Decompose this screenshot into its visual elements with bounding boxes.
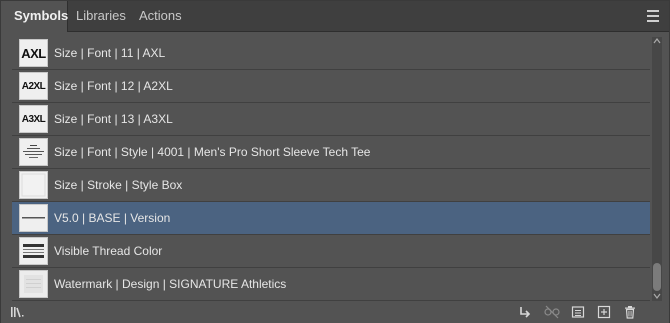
list-item[interactable]: AXL Size | Font | 11 | AXL: [12, 37, 650, 70]
symbols-panel: Symbols Libraries Actions AXL Size | Fon…: [0, 0, 670, 323]
list-item[interactable]: Size | Stroke | Style Box: [12, 169, 650, 202]
symbol-thumbnail: [19, 270, 48, 298]
tab-bar: Symbols Libraries Actions: [1, 1, 669, 32]
symbol-name: Watermark | Design | SIGNATURE Athletics: [54, 277, 287, 291]
scroll-up-arrow-icon[interactable]: [653, 37, 661, 45]
symbol-name: Size | Font | 11 | AXL: [54, 46, 166, 60]
new-symbol-icon[interactable]: [597, 305, 611, 319]
list-item[interactable]: Size | Font | Style | 4001 | Men's Pro S…: [12, 136, 650, 169]
bottom-toolbar: [1, 301, 669, 323]
symbol-library-menu-icon[interactable]: [10, 305, 26, 319]
tab-symbols[interactable]: Symbols: [1, 1, 68, 32]
symbol-name: Size | Font | 13 | A3XL: [54, 112, 173, 126]
list-item[interactable]: Watermark | Design | SIGNATURE Athletics: [12, 268, 650, 301]
thumbnail-text: A2XL: [21, 80, 46, 92]
thread-color-thumbnail-graphic: [23, 244, 44, 258]
symbol-thumbnail: [19, 237, 48, 265]
list-item[interactable]: Visible Thread Color: [12, 235, 650, 268]
symbol-thumbnail: [19, 204, 48, 232]
list-item[interactable]: A3XL Size | Font | 13 | A3XL: [12, 103, 650, 136]
symbol-thumbnail: A2XL: [19, 72, 48, 100]
version-thumbnail-graphic: [22, 217, 45, 219]
trash-icon[interactable]: [623, 305, 637, 319]
symbol-thumbnail: AXL: [19, 39, 48, 67]
tab-actions[interactable]: Actions: [132, 1, 188, 31]
symbol-name: Size | Font | Style | 4001 | Men's Pro S…: [54, 145, 371, 159]
symbol-options-icon[interactable]: [571, 305, 585, 319]
scrollbar-track[interactable]: [652, 37, 662, 301]
list-item-selected[interactable]: V5.0 | BASE | Version: [12, 202, 650, 235]
thumbnail-text: AXL: [21, 45, 46, 61]
symbol-thumbnail: [19, 138, 48, 166]
thumbnail-text: A3XL: [21, 113, 46, 125]
hamburger-menu-icon[interactable]: [647, 10, 659, 22]
scrollbar-thumb[interactable]: [653, 263, 661, 291]
style-text-thumbnail-graphic: [23, 145, 44, 158]
watermark-thumbnail-graphic: [24, 275, 43, 293]
symbol-list: AXL Size | Font | 11 | AXL A2XL Size | F…: [12, 37, 650, 301]
symbol-name: Visible Thread Color: [54, 244, 163, 258]
break-link-icon[interactable]: [544, 305, 560, 319]
style-box-thumbnail-graphic: [21, 173, 46, 197]
symbol-thumbnail: [19, 171, 48, 199]
scroll-down-arrow-icon[interactable]: [653, 292, 661, 300]
place-symbol-instance-icon[interactable]: [518, 305, 532, 319]
symbol-name: Size | Stroke | Style Box: [54, 178, 183, 192]
symbol-name: V5.0 | BASE | Version: [54, 211, 171, 225]
tab-libraries[interactable]: Libraries: [68, 1, 132, 31]
symbol-name: Size | Font | 12 | A2XL: [54, 79, 173, 93]
list-item[interactable]: A2XL Size | Font | 12 | A2XL: [12, 70, 650, 103]
symbol-thumbnail: A3XL: [19, 105, 48, 133]
